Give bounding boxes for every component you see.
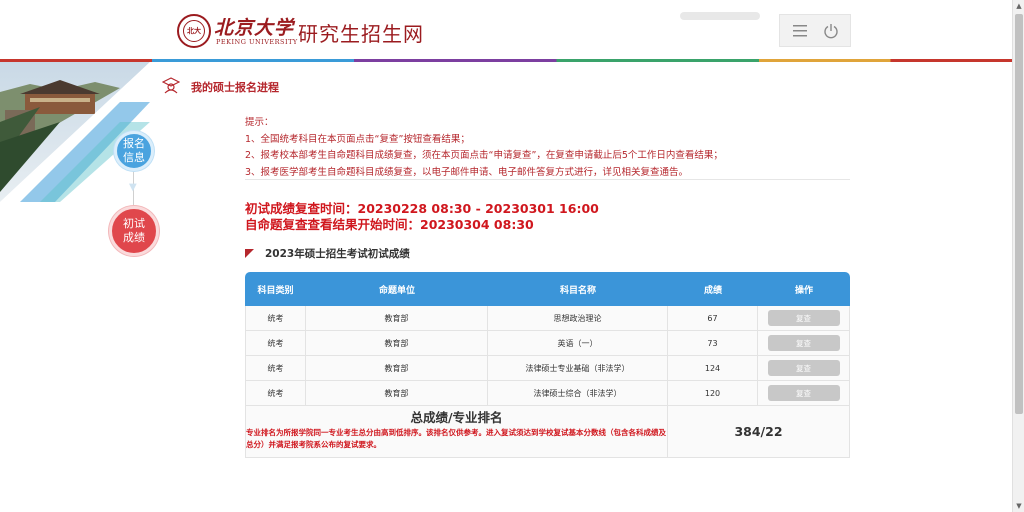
cell-type: 统考 — [245, 331, 306, 355]
cell-action: 复查 — [758, 306, 850, 330]
seal-text: 北大 — [187, 26, 201, 35]
power-icon[interactable] — [820, 20, 842, 42]
step-registration-info[interactable]: 报名 信息 — [114, 131, 154, 171]
notice-block: 提示： 1、全国统考科目在本页面点击“复查”按钮查看结果； 2、报考校本部考生自… — [245, 115, 850, 181]
total-title: 总成绩/专业排名 — [410, 410, 503, 425]
logo-english-name: PEKING UNIVERSITY — [216, 38, 298, 46]
table-row: 统考 教育部 英语（一） 73 复查 — [245, 331, 850, 356]
step-1-label-line2: 信息 — [123, 151, 145, 164]
cell-unit: 教育部 — [306, 356, 488, 380]
column-header: 操作 — [794, 285, 813, 296]
total-label-cell: 总成绩/专业排名 专业排名为所报学院同一专业考生总分由高到低排序。该排名仅供参考… — [245, 406, 668, 457]
scroll-up-icon[interactable]: ▲ — [1015, 2, 1023, 10]
notice-divider — [245, 179, 850, 180]
vertical-scrollbar[interactable]: ▲ ▼ — [1012, 0, 1024, 512]
cell-unit: 教育部 — [306, 306, 488, 330]
cell-action: 复查 — [758, 381, 850, 405]
scroll-down-icon[interactable]: ▼ — [1015, 502, 1023, 510]
step-preliminary-score[interactable]: 初试 成绩 — [109, 206, 159, 256]
cell-score: 67 — [668, 306, 758, 330]
section-title-text: 2023年硕士招生考试初试成绩 — [265, 248, 410, 260]
table-row: 统考 教育部 法律硕士综合（非法学） 120 复查 — [245, 381, 850, 406]
column-header: 成绩 — [703, 285, 722, 296]
cell-subject: 英语（一） — [488, 331, 668, 355]
header-tools — [779, 14, 851, 47]
review-button[interactable]: 复查 — [767, 385, 840, 401]
total-row: 总成绩/专业排名 专业排名为所报学院同一专业考生总分由高到低排序。该排名仅供参考… — [245, 406, 850, 458]
university-seal-logo[interactable]: 北大 — [177, 14, 211, 48]
site-title[interactable]: 研究生招生网 — [298, 18, 424, 47]
total-score-rank: 384/22 — [668, 406, 850, 457]
cell-unit: 教育部 — [306, 331, 488, 355]
review-button[interactable]: 复查 — [767, 360, 840, 376]
column-header: 科目类别 — [257, 285, 294, 296]
table-row: 统考 教育部 思想政治理论 67 复查 — [245, 306, 850, 331]
cell-unit: 教育部 — [306, 381, 488, 405]
ranking-note: 专业排名为所报学院同一专业考生总分由高到低排序。该排名仅供参考。进入复试须达到学… — [246, 428, 666, 449]
chevron-down-icon: ▼ — [129, 182, 137, 193]
cell-subject: 法律硕士专业基础（非法学） — [488, 356, 668, 380]
notice-item-1: 1、全国统考科目在本页面点击“复查”按钮查看结果； — [245, 133, 470, 145]
user-name-redacted — [680, 12, 760, 20]
score-table: 科目类别 命题单位 科目名称 成绩 操作 统考 教育部 思想政治理论 67 复查… — [245, 272, 850, 458]
cell-type: 统考 — [245, 381, 306, 405]
review-button[interactable]: 复查 — [767, 310, 840, 326]
cell-subject: 法律硕士综合（非法学） — [488, 381, 668, 405]
cell-score: 124 — [668, 356, 758, 380]
result-start-time-text: 自命题复查查看结果开始时间：20230304 08:30 — [245, 217, 534, 232]
step-2-label-line1: 初试 — [123, 217, 145, 230]
section-marker-icon — [245, 249, 254, 258]
cell-action: 复查 — [758, 356, 850, 380]
cell-score: 73 — [668, 331, 758, 355]
cell-score: 120 — [668, 381, 758, 405]
page-root: 北大 北京大学 PEKING UNIVERSITY 研究生招生网 报名 信息 ▼… — [0, 0, 1024, 512]
scrollbar-thumb[interactable] — [1015, 14, 1023, 414]
menu-icon[interactable] — [789, 20, 811, 42]
cell-action: 复查 — [758, 331, 850, 355]
column-header: 科目名称 — [559, 285, 596, 296]
review-button[interactable]: 复查 — [767, 335, 840, 351]
header: 北大 北京大学 PEKING UNIVERSITY 研究生招生网 — [0, 0, 1012, 60]
step-2-label-line2: 成绩 — [123, 231, 145, 244]
header-color-bar — [0, 59, 1012, 62]
cell-subject: 思想政治理论 — [488, 306, 668, 330]
logo-chinese-name[interactable]: 北京大学 — [214, 13, 294, 40]
table-row: 统考 教育部 法律硕士专业基础（非法学） 124 复查 — [245, 356, 850, 381]
table-header: 科目类别 命题单位 科目名称 成绩 操作 — [245, 272, 850, 306]
cell-type: 统考 — [245, 306, 306, 330]
notice-title: 提示： — [245, 117, 274, 128]
cell-type: 统考 — [245, 356, 306, 380]
step-1-label-line1: 报名 — [123, 137, 145, 150]
section-title: 2023年硕士招生考试初试成绩 — [245, 246, 410, 261]
graduate-cap-icon — [161, 76, 181, 94]
column-header: 命题单位 — [378, 285, 415, 296]
page-title: 我的硕士报名进程 — [191, 81, 279, 94]
seal-inner: 北大 — [183, 20, 205, 42]
notice-item-2: 2、报考校本部考生自命题科目成绩复查，须在本页面点击“申请复查”，在复查申请截止… — [245, 150, 723, 161]
